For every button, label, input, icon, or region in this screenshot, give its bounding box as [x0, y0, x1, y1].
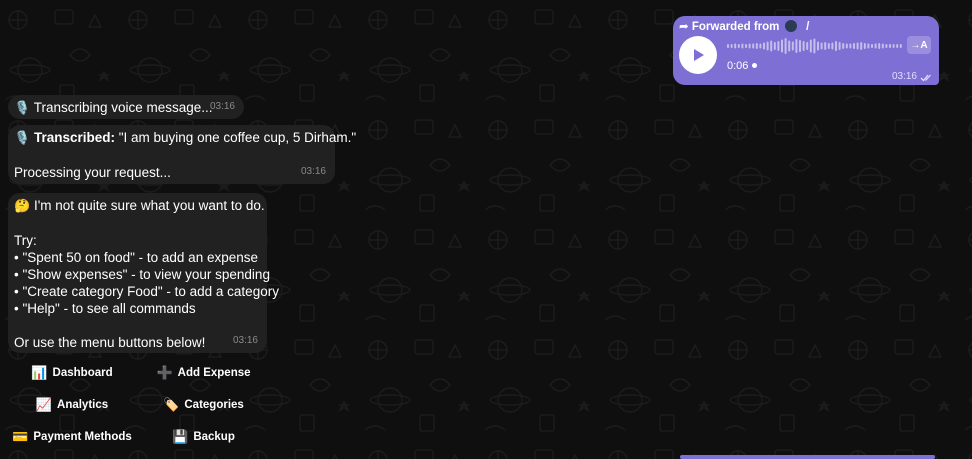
waveform-bar: [899, 44, 902, 48]
waveform-bar: [799, 40, 801, 52]
message-time: 03:16: [209, 101, 235, 112]
message-time: 03:16: [891, 71, 917, 82]
waveform-bar: [885, 44, 888, 48]
bar-chart-icon: 📊: [31, 365, 48, 381]
bot-message: 🤔 I'm not quite sure what you want to do…: [8, 193, 279, 353]
plus-icon: ➕: [156, 365, 173, 381]
duration: 0:06: [727, 60, 758, 72]
payment-methods-button[interactable]: 💳 Payment Methods: [8, 423, 136, 451]
waveform-bar: [766, 41, 769, 51]
waveform-bar: [770, 40, 773, 52]
analytics-button[interactable]: 📈 Analytics: [8, 391, 136, 419]
list-item: • "Help" - to see all commands: [14, 301, 196, 316]
forwarded-header[interactable]: ➦ Forwarded from ⁣⁣ ⁣ / ⁣⁣: [679, 19, 813, 33]
waveform-bar: [802, 41, 805, 51]
waveform-bar: [752, 43, 755, 49]
waveform-bar: [745, 44, 747, 48]
waveform-bar: [763, 42, 765, 50]
list-item: • "Create category Food" - to add a cate…: [14, 284, 279, 299]
add-expense-button[interactable]: ➕ Add Expense: [140, 359, 267, 387]
waveform-bar: [867, 43, 870, 49]
waveform-bar: [849, 43, 852, 49]
unread-dot: [752, 63, 758, 68]
waveform[interactable]: [727, 36, 903, 56]
thinking-face-icon: 🤔: [14, 199, 31, 214]
waveform-bar: [845, 43, 848, 49]
waveform-bar: [788, 40, 791, 52]
bot-message: 🎙️ Transcribing voice message... 03:16: [8, 95, 244, 119]
waveform-bar: [820, 42, 823, 50]
waveform-bar: [727, 44, 729, 48]
composer-edge: [680, 455, 935, 459]
waveform-bar: [759, 43, 762, 49]
waveform-bar: [874, 43, 877, 49]
waveform-bar: [737, 44, 740, 48]
waveform-bar: [863, 43, 866, 49]
waveform-bar: [892, 44, 895, 48]
backup-button[interactable]: 💾 Backup: [140, 423, 267, 451]
waveform-bar: [773, 42, 776, 50]
waveform-bar: [827, 43, 830, 49]
credit-card-icon: 💳: [12, 429, 29, 445]
categories-button[interactable]: 🏷️ Categories: [140, 391, 267, 419]
waveform-bar: [838, 42, 841, 50]
waveform-bar: [896, 44, 899, 48]
source-avatar: [784, 20, 797, 32]
waveform-bar: [881, 43, 884, 49]
waveform-bar: [791, 41, 794, 51]
waveform-bar: [748, 43, 751, 49]
transcribe-button[interactable]: →A: [907, 36, 931, 54]
message-time: 03:16: [232, 335, 258, 346]
waveform-bar: [795, 39, 798, 53]
waveform-bar: [817, 41, 819, 51]
waveform-bar: [878, 43, 881, 49]
waveform-bar: [856, 42, 859, 50]
waveform-bar: [813, 38, 816, 54]
waveform-bar: [842, 43, 845, 49]
waveform-bar: [806, 42, 809, 50]
waveform-bar: [781, 39, 783, 53]
forward-arrow-icon: ➦: [679, 19, 689, 33]
waveform-bar: [734, 43, 737, 49]
waveform-bar: [809, 39, 812, 53]
forwarded-voice-message[interactable]: ➦ Forwarded from ⁣⁣ ⁣ / ⁣⁣ 0:06 →A 03:16: [673, 16, 939, 85]
waveform-bar: [889, 44, 891, 48]
waveform-bar: [784, 38, 787, 54]
microphone-icon: 🎙️: [14, 101, 31, 116]
microphone-icon: 🎙️: [14, 131, 31, 146]
list-item: • "Show expenses" - to view your spendin…: [14, 267, 270, 282]
read-checkmarks-icon: [920, 74, 931, 82]
message-time: 03:16: [300, 166, 326, 177]
waveform-bar: [824, 42, 827, 50]
list-item: • "Spent 50 on food" - to add an expense: [14, 250, 258, 265]
waveform-bar: [860, 42, 863, 50]
waveform-bar: [853, 43, 855, 49]
waveform-bar: [871, 44, 873, 48]
waveform-bar: [730, 44, 733, 48]
floppy-disk-icon: 💾: [172, 429, 189, 445]
waveform-bar: [741, 43, 744, 49]
play-icon: [694, 49, 704, 61]
waveform-bar: [831, 42, 834, 50]
trend-chart-icon: 📈: [35, 397, 53, 413]
waveform-bar: [755, 43, 758, 49]
play-button[interactable]: [679, 36, 717, 74]
waveform-bar: [777, 41, 780, 51]
tag-icon: 🏷️: [163, 397, 180, 413]
dashboard-button[interactable]: 📊 Dashboard: [8, 359, 136, 387]
bot-message: 🎙️ Transcribed: "I am buying one coffee …: [8, 125, 356, 184]
waveform-bar: [835, 41, 837, 51]
